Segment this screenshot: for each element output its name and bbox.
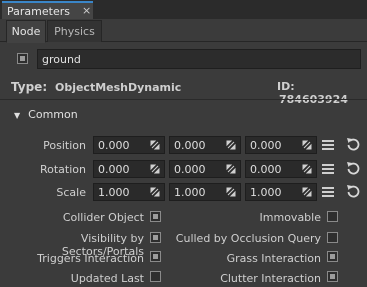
scale-y-value: 1.000 [174, 186, 206, 199]
updated-last-checkbox[interactable] [150, 271, 161, 282]
scale-z-value: 1.000 [250, 186, 282, 199]
hamburger-icon[interactable] [322, 164, 334, 174]
diagonal-arrows-icon[interactable] [302, 164, 312, 174]
clutter-interaction-checkbox[interactable] [327, 271, 338, 282]
diagonal-arrows-icon[interactable] [226, 140, 236, 150]
position-y-field[interactable]: 0.000 [169, 136, 241, 154]
triggers-interaction-checkbox[interactable] [150, 251, 161, 262]
collider-object-label: Collider Object [62, 211, 144, 224]
reset-arrow-icon[interactable] [346, 184, 360, 198]
position-z-field[interactable]: 0.000 [245, 136, 317, 154]
position-y-value: 0.000 [174, 139, 206, 152]
rotation-z-field[interactable]: 0.000 [245, 160, 317, 178]
position-x-value: 0.000 [98, 139, 130, 152]
scale-z-field[interactable]: 1.000 [245, 183, 317, 201]
triggers-interaction-label: Triggers Interaction [37, 252, 144, 265]
diagonal-arrows-icon[interactable] [150, 187, 160, 197]
diagonal-arrows-icon[interactable] [226, 164, 236, 174]
separator [0, 99, 367, 100]
panel-tab-parameters[interactable]: Parameters × [2, 1, 93, 19]
diagonal-arrows-icon[interactable] [302, 187, 312, 197]
diagonal-arrows-icon[interactable] [302, 140, 312, 150]
reset-arrow-icon[interactable] [346, 161, 360, 175]
diagonal-arrows-icon[interactable] [226, 187, 236, 197]
immovable-checkbox[interactable] [327, 211, 338, 222]
rotation-y-field[interactable]: 0.000 [169, 160, 241, 178]
node-type: Type: ObjectMeshDynamic [11, 80, 181, 94]
reset-arrow-icon[interactable] [346, 137, 360, 151]
section-header-common[interactable]: ▼ Common [14, 108, 78, 121]
scale-label: Scale [56, 186, 86, 199]
panel-title: Parameters [7, 5, 70, 18]
scale-x-value: 1.000 [98, 186, 130, 199]
position-x-field[interactable]: 0.000 [93, 136, 165, 154]
scale-y-field[interactable]: 1.000 [169, 183, 241, 201]
grass-interaction-checkbox[interactable] [327, 251, 338, 262]
section-label: Common [28, 108, 78, 121]
close-icon[interactable]: × [82, 4, 91, 17]
grass-interaction-label: Grass Interaction [226, 252, 321, 265]
tab-physics[interactable]: Physics [47, 20, 102, 42]
updated-last-label: Updated Last [70, 272, 144, 285]
node-enabled-checkbox[interactable] [17, 53, 28, 64]
hamburger-icon[interactable] [322, 187, 334, 197]
position-label: Position [43, 139, 86, 152]
id-label: ID: [277, 80, 295, 93]
position-z-value: 0.000 [250, 139, 282, 152]
rotation-y-value: 0.000 [174, 163, 206, 176]
rotation-x-field[interactable]: 0.000 [93, 160, 165, 178]
culled-by-occlusion-label: Culled by Occlusion Query [175, 232, 321, 245]
clutter-interaction-label: Clutter Interaction [220, 272, 321, 285]
type-label: Type: [11, 80, 48, 94]
diagonal-arrows-icon[interactable] [150, 164, 160, 174]
diagonal-arrows-icon[interactable] [150, 140, 160, 150]
node-name-input[interactable] [37, 49, 361, 69]
triangle-down-icon: ▼ [14, 111, 21, 120]
hamburger-icon[interactable] [322, 140, 334, 150]
tab-node[interactable]: Node [6, 20, 46, 43]
collider-object-checkbox[interactable] [150, 211, 161, 222]
immovable-label: Immovable [259, 211, 321, 224]
rotation-label: Rotation [39, 163, 86, 176]
rotation-x-value: 0.000 [98, 163, 130, 176]
visibility-by-sectors-checkbox[interactable] [150, 232, 161, 243]
node-id: ID: 784603924 [277, 80, 367, 106]
type-value: ObjectMeshDynamic [54, 81, 182, 94]
rotation-z-value: 0.000 [250, 163, 282, 176]
culled-by-occlusion-checkbox[interactable] [327, 232, 338, 243]
scale-x-field[interactable]: 1.000 [93, 183, 165, 201]
